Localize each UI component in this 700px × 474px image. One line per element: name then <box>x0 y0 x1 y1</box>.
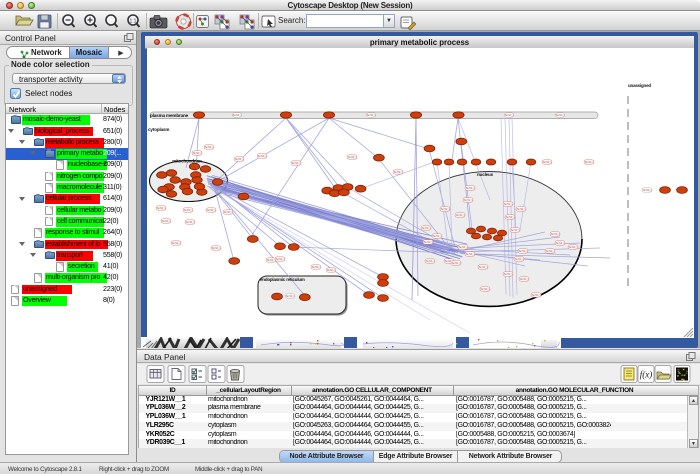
svg-text:Snf3(-): Snf3(-) <box>327 268 336 272</box>
svg-text:Snf3(-): Snf3(-) <box>504 202 513 206</box>
svg-text:mitochondrion: mitochondrion <box>172 159 202 164</box>
svg-text:Snf3(-): Snf3(-) <box>422 226 431 230</box>
svg-text:Snf3(-): Snf3(-) <box>224 210 233 214</box>
svg-text:Snf3(-): Snf3(-) <box>162 219 171 223</box>
svg-text:Snf3(-): Snf3(-) <box>452 261 461 265</box>
svg-text:Snf3(-): Snf3(-) <box>506 215 515 219</box>
svg-text:Snf3(-): Snf3(-) <box>585 160 594 164</box>
svg-text:Snf3(-): Snf3(-) <box>511 228 520 232</box>
svg-text:f(x): f(x) <box>640 370 653 380</box>
svg-text:Snf3(-): Snf3(-) <box>532 293 541 297</box>
svg-text:Snf3(-): Snf3(-) <box>258 154 267 158</box>
svg-text:Snf3(-): Snf3(-) <box>348 155 357 159</box>
svg-text:Snf3(-): Snf3(-) <box>157 206 166 210</box>
svg-text:Snf3(-): Snf3(-) <box>556 113 565 117</box>
svg-text:Snf3(-): Snf3(-) <box>556 241 565 245</box>
svg-text:Snf3(-): Snf3(-) <box>466 252 475 256</box>
svg-text:Snf3(-): Snf3(-) <box>193 151 202 155</box>
svg-text:Snf3(-): Snf3(-) <box>505 113 514 117</box>
svg-text:Snf3(-): Snf3(-) <box>233 113 242 117</box>
svg-text:Snf3(-): Snf3(-) <box>424 240 433 244</box>
svg-text:Snf3(-): Snf3(-) <box>459 245 468 249</box>
svg-text:Snf3(-): Snf3(-) <box>292 161 301 165</box>
svg-text:Snf3(-): Snf3(-) <box>394 170 403 174</box>
svg-text:Snf3(-): Snf3(-) <box>643 188 652 192</box>
svg-text:Snf3(-): Snf3(-) <box>286 294 295 298</box>
svg-text:Snf3(-): Snf3(-) <box>481 287 490 291</box>
svg-text:Snf3(-): Snf3(-) <box>504 272 513 276</box>
svg-text:Snf3(-): Snf3(-) <box>456 213 465 217</box>
svg-text:Snf3(-): Snf3(-) <box>276 257 285 261</box>
svg-text:Snf3(-): Snf3(-) <box>517 207 526 211</box>
svg-text:Snf3(-): Snf3(-) <box>267 258 276 262</box>
svg-text:Snf3(-): Snf3(-) <box>479 265 488 269</box>
svg-text:endoplasmic reticulum: endoplasmic reticulum <box>260 277 305 282</box>
svg-text:Snf3(-): Snf3(-) <box>433 234 442 238</box>
svg-text:Snf3(-): Snf3(-) <box>235 157 244 161</box>
svg-text:Snf3(-): Snf3(-) <box>205 145 214 149</box>
svg-text:Snf3(-): Snf3(-) <box>569 245 578 249</box>
svg-text:Snf3(-): Snf3(-) <box>212 246 221 250</box>
svg-text:Snf3(-): Snf3(-) <box>515 257 524 261</box>
svg-text:Snf3(-): Snf3(-) <box>546 249 555 253</box>
svg-text:unassigned: unassigned <box>628 83 651 88</box>
svg-text:Snf3(-): Snf3(-) <box>520 277 529 281</box>
svg-text:plasma membrane: plasma membrane <box>150 113 189 118</box>
svg-text:Snf3(-): Snf3(-) <box>464 198 473 202</box>
svg-text:Snf3(-): Snf3(-) <box>441 207 450 211</box>
svg-text:Snf3(-): Snf3(-) <box>207 208 216 212</box>
svg-text:Snf3(-): Snf3(-) <box>466 186 475 190</box>
svg-text:Snf3(-): Snf3(-) <box>551 232 560 236</box>
svg-text:Snf3(-): Snf3(-) <box>172 241 181 245</box>
svg-text:nucleus: nucleus <box>477 172 494 177</box>
svg-text:Snf3(-): Snf3(-) <box>519 249 528 253</box>
svg-text:Snf3(-): Snf3(-) <box>543 160 552 164</box>
svg-text:Snf3(-): Snf3(-) <box>184 208 193 212</box>
svg-text:Snf3(-): Snf3(-) <box>312 265 321 269</box>
svg-text:Snf3(-): Snf3(-) <box>426 259 435 263</box>
svg-text:cytoplasm: cytoplasm <box>148 127 169 132</box>
svg-text:Snf3(-): Snf3(-) <box>367 113 376 117</box>
svg-text:1:1: 1:1 <box>130 19 137 25</box>
svg-text:Snf3(-): Snf3(-) <box>186 220 195 224</box>
